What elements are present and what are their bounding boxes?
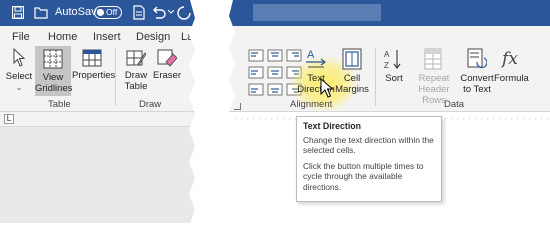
svg-text:A: A [384, 50, 390, 59]
draw-table-icon [126, 50, 146, 66]
undo-dropdown-icon[interactable] [168, 10, 174, 14]
document-title-box [253, 4, 381, 21]
ruler-left [0, 112, 195, 127]
convert-to-text-label-2: to Text [463, 84, 491, 95]
tooltip-title: Text Direction [303, 121, 362, 131]
autosave-toggle[interactable]: Off [94, 6, 122, 19]
tab-design[interactable]: Design [136, 31, 170, 43]
repeat-header-rows-label-1: Repeat [418, 73, 450, 84]
select-button[interactable]: Select ⌄ [4, 48, 34, 93]
tab-insert[interactable]: Insert [93, 31, 121, 43]
tooltip-hint: Click the button multiple times to cycle… [303, 160, 424, 192]
sort-button[interactable]: A Z Sort [380, 48, 408, 84]
formula-fx-icon: fx [502, 49, 518, 69]
sort-icon: A Z [384, 50, 401, 70]
table-properties-icon [82, 49, 102, 67]
formula-label: Formula [494, 73, 529, 84]
group-label-draw: Draw [139, 99, 162, 110]
autosave-toggle-knob [97, 9, 104, 16]
view-gridlines-button[interactable]: View Gridlines [35, 46, 73, 96]
repeat-header-rows-button[interactable]: Repeat Header Rows [408, 48, 460, 106]
cell-margins-icon [342, 48, 362, 70]
document-icon[interactable] [132, 5, 146, 20]
gridlines-icon [43, 49, 63, 69]
draw-table-label-1: Draw [124, 70, 148, 81]
tab-home[interactable]: Home [48, 31, 77, 43]
cell-margins-button[interactable]: Cell Margins [332, 48, 372, 95]
tooltip-description: Change the text direction within the sel… [303, 134, 434, 156]
group-label-data: Data [444, 99, 465, 110]
group-label-table: Table [48, 99, 71, 110]
group-separator [115, 48, 116, 106]
svg-text:A: A [307, 49, 315, 61]
group-separator-data [375, 48, 376, 106]
properties-button[interactable]: Properties [72, 49, 116, 81]
repeat-header-rows-icon [424, 48, 442, 70]
dialog-launcher-icon[interactable] [234, 103, 241, 110]
text-direction-icon: A [306, 49, 326, 68]
view-gridlines-label-2: Gridlines [35, 83, 73, 94]
cell-margins-label-1: Cell [343, 73, 361, 84]
view-gridlines-label-1: View [42, 72, 64, 83]
select-label: Select [5, 71, 33, 82]
select-cursor-icon [13, 48, 26, 67]
eraser-label: Eraser [153, 70, 181, 81]
formula-button[interactable]: fx Formula [494, 48, 529, 84]
svg-text:Z: Z [384, 61, 389, 70]
select-dropdown-icon: ⌄ [15, 83, 23, 92]
save-icon[interactable] [12, 6, 24, 19]
convert-to-text-label-1: Convert [460, 73, 494, 84]
tab-file[interactable]: File [12, 31, 30, 43]
undo-icon[interactable] [151, 5, 167, 20]
convert-to-text-icon [467, 48, 487, 69]
document-area-left [0, 127, 195, 223]
cell-margins-label-2: Margins [335, 84, 369, 95]
draw-table-label-2: Table [124, 81, 148, 92]
autosave-state: Off [106, 7, 118, 17]
tab-layout[interactable]: Lay [181, 31, 195, 43]
eraser-icon [157, 49, 177, 67]
open-folder-icon[interactable] [34, 6, 48, 19]
sort-label: Sort [385, 73, 403, 84]
text-direction-tooltip: Text Direction Change the text direction… [296, 116, 442, 202]
draw-table-button[interactable]: Draw Table [120, 49, 152, 92]
redo-icon[interactable] [177, 5, 191, 20]
convert-to-text-button[interactable]: Convert to Text [459, 48, 495, 95]
properties-label: Properties [72, 70, 116, 81]
ribbon-tabs-bar-right [229, 26, 550, 46]
group-label-alignment: Alignment [290, 99, 333, 110]
eraser-button[interactable]: Eraser [153, 49, 181, 81]
tab-stop-selector[interactable]: L [4, 114, 14, 124]
left-ribbon-panel: AutoSave Off File Home Insert Design Lay… [0, 0, 195, 223]
